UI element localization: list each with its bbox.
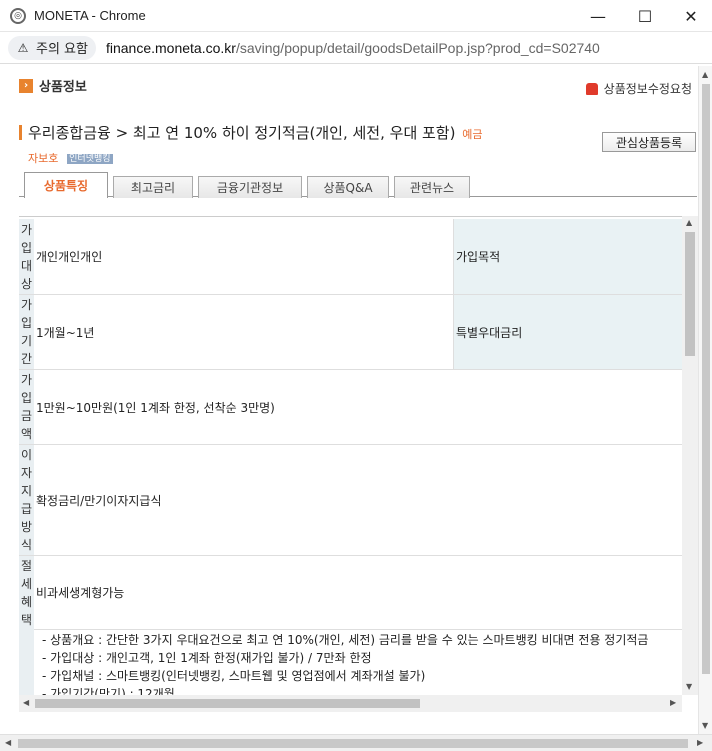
url-path: /saving/popup/detail/goodsDetailPop.jsp?… xyxy=(235,39,600,56)
report-edit-link[interactable]: 상품정보수정요청 xyxy=(585,80,692,97)
table-row: 이자지급방식 확정금리/만기이자지급식 xyxy=(19,445,683,556)
row-right-label: 가입목적 xyxy=(453,219,683,294)
scroll-up-arrow-icon[interactable]: ▲ xyxy=(686,218,692,227)
features-table: 가입대상 개인개인개인 가입목적 가입기간 1개월~1년 특별우대금리 가입금액… xyxy=(19,216,698,712)
scroll-right-arrow-icon[interactable]: ▶ xyxy=(697,738,703,747)
row-value: 1개월~1년 xyxy=(36,325,95,340)
row-value: 확정금리/만기이자지급식 xyxy=(36,493,162,508)
row-header: 이자지급방식 xyxy=(19,445,34,555)
window-title: MONETA - Chrome xyxy=(34,8,146,23)
page-content: › 상품정보 상품정보수정요청 우리종합금융 > 최고 연 10% 하이 정기적… xyxy=(0,66,712,751)
scroll-left-arrow-icon[interactable]: ◀ xyxy=(5,738,11,747)
product-name: 우리종합금융 > 최고 연 10% 하이 정기적금(개인, 세전, 우대 포함) xyxy=(28,124,456,142)
section-title: 상품정보 xyxy=(39,80,87,95)
page-horizontal-scrollbar[interactable]: ◀ ▶ xyxy=(0,734,712,751)
tab-qna[interactable]: 상품Q&A xyxy=(307,176,389,198)
security-warning-chip[interactable]: ⚠ 주의 요함 xyxy=(8,35,96,60)
scrollbar-thumb[interactable] xyxy=(702,84,710,674)
tab-institution-info[interactable]: 금융기관정보 xyxy=(198,176,302,198)
warning-icon: ⚠ xyxy=(17,40,29,55)
add-favorite-button[interactable]: 관심상품등록 xyxy=(602,132,696,152)
description-line: - 가입대상 : 개인고객, 1인 1계좌 한정(재가입 불가) / 7만좌 한… xyxy=(42,651,372,665)
app-logo-icon: ◎ xyxy=(10,7,26,24)
row-header: 절세혜택 xyxy=(19,556,34,629)
close-button[interactable]: ✕ xyxy=(668,0,712,32)
siren-icon xyxy=(585,82,598,95)
tab-features[interactable]: 상품특징 xyxy=(24,172,108,198)
title-accent-bar xyxy=(19,125,22,140)
window-titlebar: ◎ MONETA - Chrome — ☐ ✕ xyxy=(0,0,712,32)
page-vertical-scrollbar[interactable]: ▲ ▼ xyxy=(698,66,712,734)
scrollbar-thumb[interactable] xyxy=(35,699,420,708)
row-right-label: 특별우대금리 xyxy=(453,295,683,369)
url-field[interactable]: finance.moneta.co.kr/saving/popup/detail… xyxy=(106,40,600,56)
row-value: 1만원~10만원(1인 1계좌 한정, 선착순 3만명) xyxy=(36,400,275,415)
maximize-button[interactable]: ☐ xyxy=(622,0,668,32)
badge-internet-banking: 인터넷뱅킹 xyxy=(67,154,113,164)
table-row: 가입기간 1개월~1년 특별우대금리 xyxy=(19,295,683,370)
description-line: - 가입채널 : 스마트뱅킹(인터넷뱅킹, 스마트웹 및 영업점에서 계좌개설 … xyxy=(42,669,426,683)
chevron-right-icon: › xyxy=(19,78,33,93)
scrollbar-thumb[interactable] xyxy=(18,739,688,748)
table-row: 가입대상 개인개인개인 가입목적 xyxy=(19,219,683,295)
row-header: 가입금액 xyxy=(19,370,34,444)
minimize-button[interactable]: — xyxy=(575,0,621,32)
row-header: 가입기간 xyxy=(19,295,34,369)
scroll-left-arrow-icon[interactable]: ◀ xyxy=(23,698,29,707)
security-warning-label: 주의 요함 xyxy=(36,42,88,57)
description-line: - 상품개요 : 간단한 3가지 우대요건으로 최고 연 10%(개인, 세전)… xyxy=(42,633,649,647)
table-row: 가입금액 1만원~10만원(1인 1계좌 한정, 선착순 3만명) xyxy=(19,370,683,445)
content-horizontal-scrollbar[interactable]: ◀ ▶ xyxy=(19,695,682,712)
scroll-down-arrow-icon[interactable]: ▼ xyxy=(702,721,708,730)
row-value: 개인개인개인 xyxy=(36,250,103,264)
address-bar: ⚠ 주의 요함 finance.moneta.co.kr/saving/popu… xyxy=(0,32,712,64)
product-title-block: 우리종합금융 > 최고 연 10% 하이 정기적금(개인, 세전, 우대 포함)… xyxy=(19,122,489,170)
scroll-up-arrow-icon[interactable]: ▲ xyxy=(702,70,708,79)
tab-max-rate[interactable]: 최고금리 xyxy=(113,176,193,198)
url-domain: finance.moneta.co.kr xyxy=(105,39,236,56)
tab-bar: 상품특징 최고금리 금융기관정보 상품Q&A 관련뉴스 xyxy=(19,172,697,198)
section-header: › 상품정보 xyxy=(19,76,87,95)
scroll-down-arrow-icon[interactable]: ▼ xyxy=(686,682,692,691)
row-header: 가입대상 xyxy=(19,219,34,294)
content-vertical-scrollbar[interactable]: ▲ ▼ xyxy=(682,216,698,695)
tab-news[interactable]: 관련뉴스 xyxy=(394,176,470,198)
scroll-right-arrow-icon[interactable]: ▶ xyxy=(670,698,676,707)
report-edit-label: 상품정보수정요청 xyxy=(603,82,692,96)
scrollbar-thumb[interactable] xyxy=(685,232,695,356)
row-value: 비과세생계형가능 xyxy=(36,586,125,600)
table-row: 절세혜택 비과세생계형가능 xyxy=(19,556,683,630)
